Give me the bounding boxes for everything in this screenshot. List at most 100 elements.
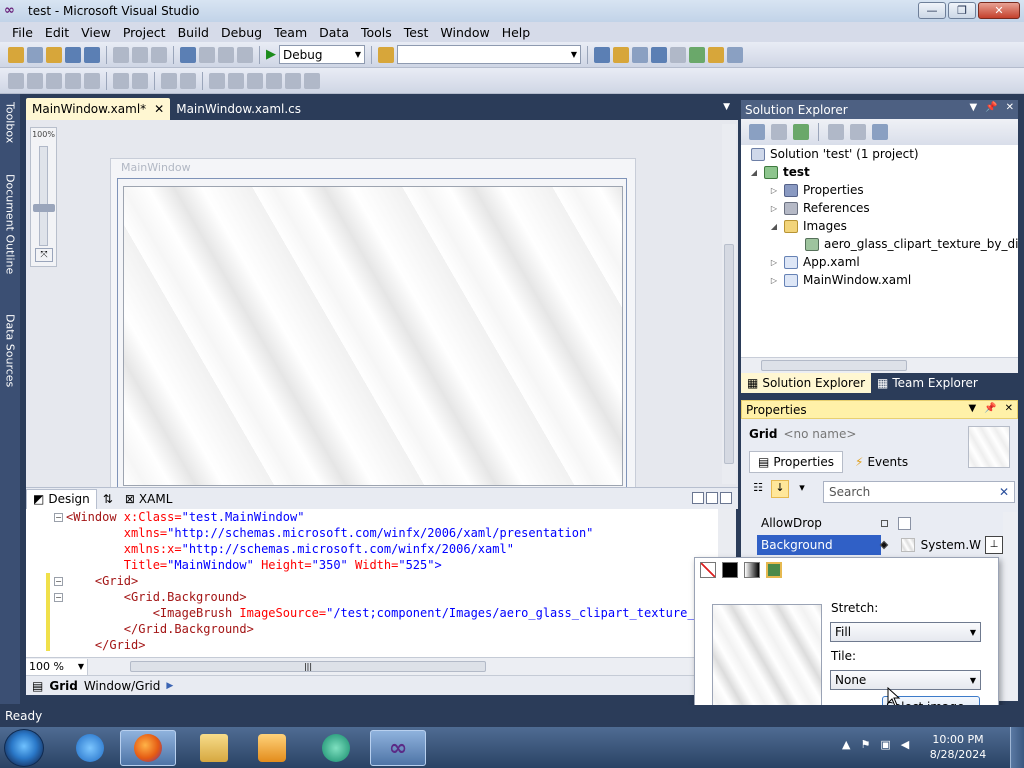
command-window-icon[interactable]: [708, 46, 724, 63]
gradient-brush-icon[interactable]: [744, 562, 760, 578]
tab-properties[interactable]: ▤ Properties: [749, 451, 843, 473]
design-tab[interactable]: ◩ Design: [26, 488, 97, 509]
editor-zoom-dropdown[interactable]: 100 % ▼: [26, 658, 88, 675]
network-icon[interactable]: ▣: [880, 738, 890, 751]
tab-team-explorer[interactable]: ▦ Team Explorer: [871, 373, 984, 393]
extension-manager-icon[interactable]: [670, 46, 686, 63]
align-tops-icon[interactable]: [65, 72, 81, 89]
expand-arrow-icon[interactable]: ▷: [769, 204, 779, 213]
menu-build[interactable]: Build: [172, 25, 215, 40]
menu-window[interactable]: Window: [434, 25, 495, 40]
breadcrumb-next-icon[interactable]: ▶: [166, 681, 173, 691]
menu-view[interactable]: View: [75, 25, 117, 40]
firefox-taskbar-button[interactable]: [120, 730, 176, 766]
navigate-backward-icon[interactable]: [218, 46, 234, 63]
collapse-window-icon[interactable]: −: [54, 513, 63, 522]
auto-hide-pin-icon[interactable]: 📌: [984, 403, 996, 414]
lock-controls-icon[interactable]: [285, 72, 301, 89]
tree-item-solution[interactable]: Solution 'test' (1 project): [751, 147, 919, 161]
grid-image-background[interactable]: [123, 186, 623, 486]
tab-mainwindow-xaml[interactable]: MainWindow.xaml* ✕: [26, 98, 171, 120]
center-vertically-icon[interactable]: [228, 72, 244, 89]
solid-brush-icon[interactable]: [722, 562, 738, 578]
expand-arrow-icon[interactable]: ▷: [769, 276, 779, 285]
image-brush-icon[interactable]: [766, 562, 782, 578]
class-diagram-icon[interactable]: [872, 124, 888, 140]
toolbox-icon[interactable]: [651, 46, 667, 63]
properties-window-icon[interactable]: [613, 46, 629, 63]
property-marker-icon[interactable]: [881, 519, 888, 527]
object-browser-icon[interactable]: [632, 46, 648, 63]
start-debugging-icon[interactable]: ▶: [266, 47, 276, 62]
close-panel-icon[interactable]: ✕: [1006, 102, 1014, 113]
collapse-arrow-icon[interactable]: ◢: [769, 222, 779, 231]
zoom-to-fit-icon[interactable]: ⤧: [35, 248, 53, 262]
categorized-sort-icon[interactable]: ☷: [749, 480, 767, 498]
data-sources-tab[interactable]: Data Sources: [2, 314, 18, 387]
menu-tools[interactable]: Tools: [355, 25, 398, 40]
center-horizontally-icon[interactable]: [209, 72, 225, 89]
taskbar-clock[interactable]: 10:00 PM 8/28/2024: [928, 732, 988, 762]
app-taskbar-button[interactable]: [308, 730, 364, 766]
solution-horizontal-scrollbar[interactable]: [741, 357, 1018, 373]
tree-item-properties[interactable]: ▷ Properties: [769, 183, 864, 197]
properties-scrollbar[interactable]: [1003, 512, 1017, 700]
maximize-button[interactable]: ❐: [948, 2, 976, 19]
stretch-dropdown[interactable]: Fill ▼: [830, 622, 981, 642]
window-position-dropdown-icon[interactable]: ▼: [969, 102, 977, 113]
volume-icon[interactable]: ◀: [901, 738, 909, 751]
collapse-pane-button[interactable]: [720, 492, 732, 504]
align-lefts-icon[interactable]: [8, 72, 24, 89]
clear-search-icon[interactable]: ✕: [999, 485, 1009, 499]
xaml-editor[interactable]: <Window x:Class="test.MainWindow" xmlns=…: [26, 509, 718, 657]
menu-debug[interactable]: Debug: [215, 25, 268, 40]
collapse-arrow-icon[interactable]: ◢: [749, 168, 759, 177]
cut-icon[interactable]: [113, 46, 129, 63]
paste-icon[interactable]: [151, 46, 167, 63]
file-explorer-taskbar-button[interactable]: [186, 730, 242, 766]
properties-icon[interactable]: [749, 124, 765, 140]
expand-arrow-icon[interactable]: ▷: [769, 186, 779, 195]
menu-test[interactable]: Test: [398, 25, 435, 40]
menu-project[interactable]: Project: [117, 25, 172, 40]
tree-item-image-file[interactable]: aero_glass_clipart_texture_by_diamo: [805, 237, 1018, 251]
tab-order-icon[interactable]: [304, 72, 320, 89]
align-centers-icon[interactable]: [27, 72, 43, 89]
window-position-dropdown-icon[interactable]: ▼: [968, 403, 976, 414]
tab-solution-explorer[interactable]: ▦ Solution Explorer: [741, 373, 872, 393]
vertical-split-button[interactable]: [692, 492, 704, 504]
collapse-grid-background-icon[interactable]: −: [54, 593, 63, 602]
start-button[interactable]: [4, 729, 44, 767]
breadcrumb-current-element[interactable]: Grid: [49, 679, 77, 693]
show-hidden-icons-icon[interactable]: ▲: [842, 738, 850, 751]
solution-configuration-dropdown[interactable]: Debug ▼: [279, 45, 365, 64]
menu-team[interactable]: Team: [268, 25, 313, 40]
save-all-icon[interactable]: [84, 46, 100, 63]
refresh-icon[interactable]: [793, 124, 809, 140]
menu-edit[interactable]: Edit: [39, 25, 75, 40]
xaml-tab[interactable]: ⊠ XAML: [119, 489, 179, 509]
property-row-background[interactable]: Background System.W ⊥: [757, 535, 1003, 555]
view-designer-icon[interactable]: [850, 124, 866, 140]
action-center-flag-icon[interactable]: ⚑: [860, 738, 870, 751]
minimize-button[interactable]: —: [918, 2, 946, 19]
find-dropdown[interactable]: ▼: [397, 45, 581, 64]
no-brush-icon[interactable]: [700, 562, 716, 578]
open-file-icon[interactable]: [46, 46, 62, 63]
toolbar-options-icon[interactable]: [727, 46, 743, 63]
document-list-dropdown-icon[interactable]: ▼: [723, 102, 730, 112]
horizontal-split-button[interactable]: [706, 492, 718, 504]
close-button[interactable]: ✕: [978, 2, 1020, 19]
vertical-spacing-icon[interactable]: [180, 72, 196, 89]
start-page-icon[interactable]: [689, 46, 705, 63]
property-row-allowdrop[interactable]: AllowDrop: [757, 513, 1003, 533]
send-to-back-icon[interactable]: [266, 72, 282, 89]
tile-dropdown[interactable]: None ▼: [830, 670, 981, 690]
copy-icon[interactable]: [132, 46, 148, 63]
zoom-slider-thumb[interactable]: [33, 204, 55, 212]
swap-panes-button[interactable]: ⇅: [97, 489, 119, 509]
menu-file[interactable]: File: [6, 25, 39, 40]
solution-explorer-icon[interactable]: [594, 46, 610, 63]
property-filter-icon[interactable]: ▾: [793, 480, 811, 498]
add-item-icon[interactable]: [27, 46, 43, 63]
